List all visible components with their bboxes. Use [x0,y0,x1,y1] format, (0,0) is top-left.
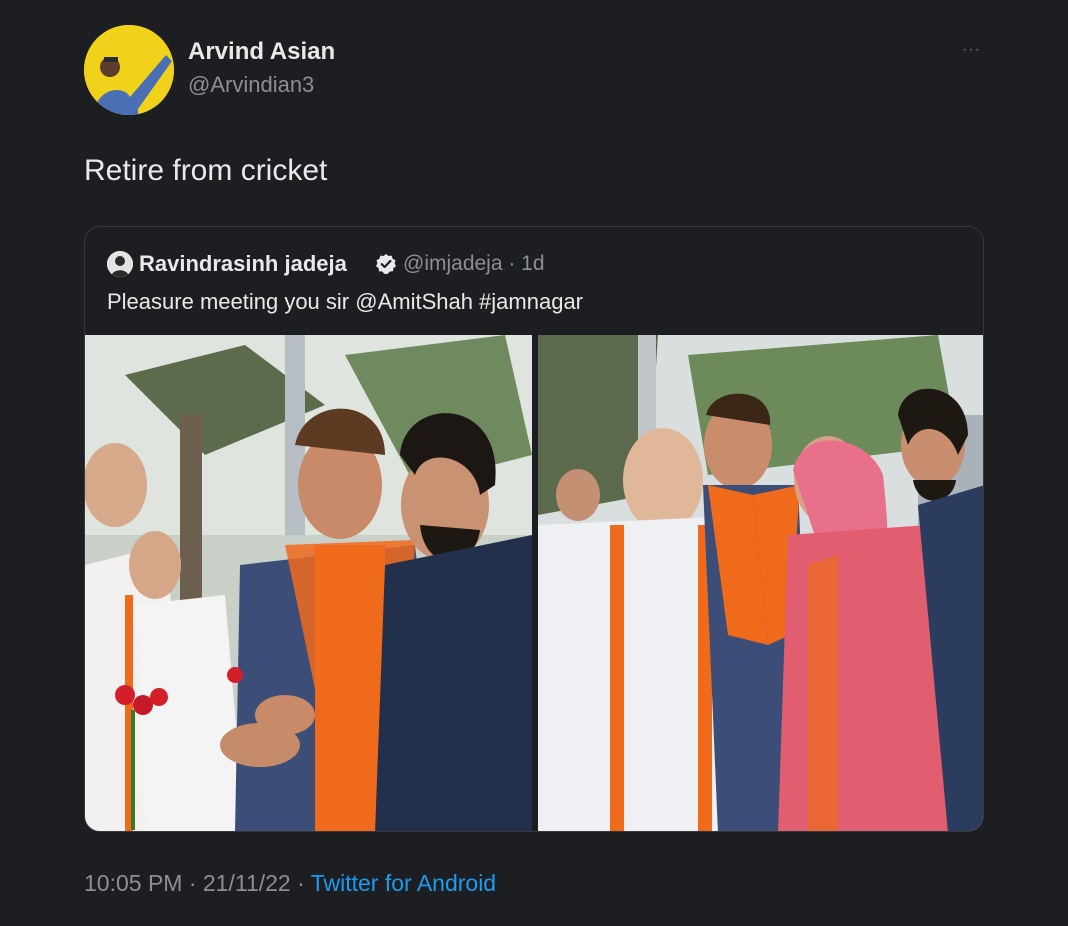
author-avatar[interactable] [84,25,174,115]
quoted-author-avatar[interactable] [107,251,133,277]
tweet-text: Retire from cricket [84,154,328,187]
author-name[interactable]: Arvind Asian [188,38,335,66]
quoted-media-grid [85,335,983,831]
quoted-photo-1[interactable] [85,335,532,831]
quoted-tweet-card[interactable]: Ravindrasinh jadeja @imjadeja · 1d Pleas… [84,226,984,832]
avatar-image [84,25,174,115]
quoted-author-name[interactable]: Ravindrasinh jadeja [139,251,347,277]
tweet-source-link[interactable]: Twitter for Android [311,870,496,896]
tweet-timestamp[interactable]: 10:05 PM · 21/11/22 · [84,870,311,896]
author-handle[interactable]: @Arvindian3 [188,72,314,98]
tweet-container: Arvind Asian @Arvindian3 ··· Retire from… [0,0,1068,926]
quoted-avatar-image [107,251,133,277]
more-options-icon[interactable]: ··· [962,42,984,58]
quoted-tweet-text: Pleasure meeting you sir @AmitShah #jamn… [107,289,584,314]
quoted-photo-2[interactable] [538,335,983,831]
verified-badge-icon [376,254,396,274]
tweet-meta: 10:05 PM · 21/11/22 · Twitter for Androi… [84,870,496,897]
quoted-handle-time[interactable]: @imjadeja · 1d [403,252,545,276]
photo-1-image [85,335,532,831]
photo-2-image [538,335,983,831]
